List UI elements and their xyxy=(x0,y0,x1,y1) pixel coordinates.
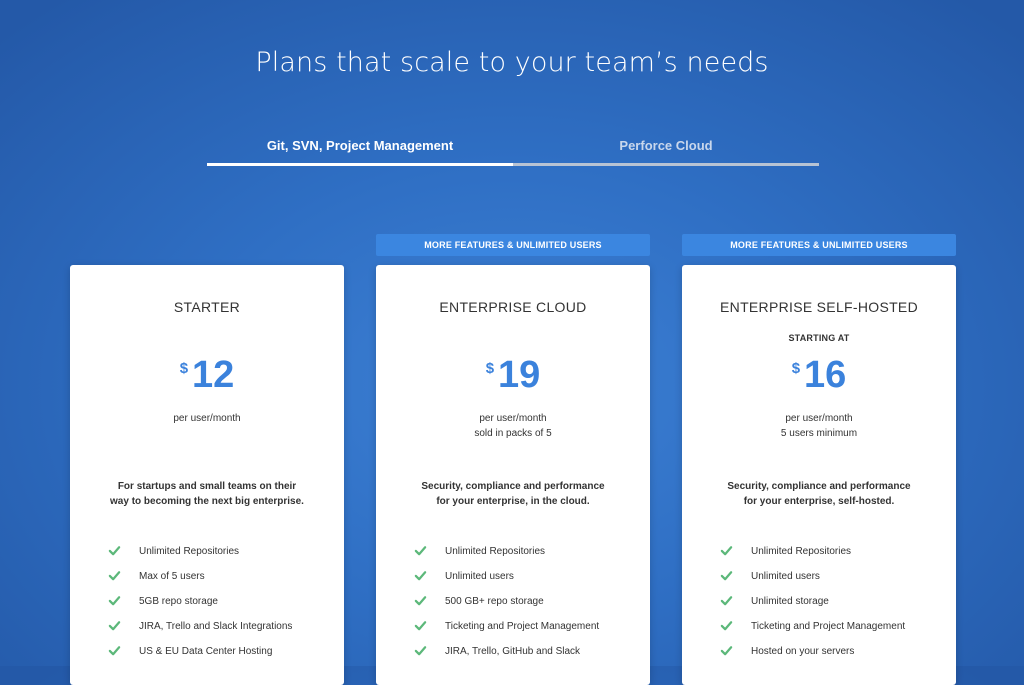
feature-label: 500 GB+ repo storage xyxy=(445,596,544,607)
plan-description: Security, compliance and performance for… xyxy=(702,479,936,509)
feature-item: Unlimited users xyxy=(720,568,940,593)
feature-item: US & EU Data Center Hosting xyxy=(108,643,328,668)
feature-item: Ticketing and Project Management xyxy=(720,618,940,643)
plan-type-tabs: Git, SVN, Project Management Perforce Cl… xyxy=(207,132,819,166)
description-line: Security, compliance and performance xyxy=(421,481,605,492)
feature-label: 5GB repo storage xyxy=(139,596,218,607)
feature-label: Hosted on your servers xyxy=(751,646,855,657)
check-icon xyxy=(414,621,427,631)
plan-name: STARTER xyxy=(173,299,241,315)
check-icon xyxy=(108,621,121,631)
feature-label: Unlimited Repositories xyxy=(445,546,546,557)
feature-item: 500 GB+ repo storage xyxy=(414,593,634,618)
check-icon xyxy=(720,646,733,656)
plan-description: For startups and small teams on their wa… xyxy=(90,479,324,509)
price-unit: per user/month xyxy=(70,411,344,426)
feature-item: Hosted on your servers xyxy=(720,643,940,668)
plan-name: ENTERPRISE CLOUD xyxy=(439,299,587,315)
check-icon xyxy=(108,646,121,656)
plan-card-starter: STARTER $12 per user/month For startups … xyxy=(70,265,344,685)
tab-perforce-cloud[interactable]: Perforce Cloud xyxy=(513,132,819,166)
feature-label: Ticketing and Project Management xyxy=(751,621,906,632)
plan-card-enterprise-self-hosted: ENTERPRISE SELF-HOSTED STARTING AT $16 p… xyxy=(682,265,956,685)
currency-symbol: $ xyxy=(179,360,189,377)
check-icon xyxy=(414,546,427,556)
feature-item: Unlimited users xyxy=(414,568,634,593)
page-title: Plans that scale to your team’s needs xyxy=(255,47,769,78)
feature-label: US & EU Data Center Hosting xyxy=(139,646,273,657)
plan-price: $19 xyxy=(376,353,650,397)
plan-description: Security, compliance and performance for… xyxy=(396,479,630,509)
description-line: For startups and small teams on their xyxy=(117,481,297,492)
currency-symbol: $ xyxy=(485,360,495,377)
tab-git-svn-project-management[interactable]: Git, SVN, Project Management xyxy=(207,132,513,166)
description-line: Security, compliance and performance xyxy=(727,481,911,492)
description-line: way to becoming the next big enterprise. xyxy=(110,496,304,507)
check-icon xyxy=(108,571,121,581)
currency-symbol: $ xyxy=(791,360,801,377)
feature-label: Unlimited users xyxy=(751,571,820,582)
plan-card-enterprise-cloud: ENTERPRISE CLOUD $19 per user/month sold… xyxy=(376,265,650,685)
check-icon xyxy=(414,571,427,581)
check-icon xyxy=(720,546,733,556)
feature-label: Unlimited Repositories xyxy=(751,546,852,557)
feature-label: JIRA, Trello and Slack Integrations xyxy=(139,621,293,632)
price-unit-line: sold in packs of 5 xyxy=(474,428,552,439)
feature-item: Unlimited Repositories xyxy=(108,543,328,568)
feature-item: Unlimited Repositories xyxy=(720,543,940,568)
feature-label: Max of 5 users xyxy=(139,571,205,582)
plan-name: ENTERPRISE SELF-HOSTED xyxy=(720,299,918,315)
price-amount: 19 xyxy=(498,354,541,396)
price-amount: 16 xyxy=(804,354,847,396)
feature-label: Unlimited Repositories xyxy=(139,546,240,557)
feature-item: Unlimited storage xyxy=(720,593,940,618)
price-amount: 12 xyxy=(192,354,235,396)
feature-item: Unlimited Repositories xyxy=(414,543,634,568)
enterprise-cloud-ribbon: MORE FEATURES & UNLIMITED USERS xyxy=(376,234,650,256)
feature-label: Ticketing and Project Management xyxy=(445,621,600,632)
feature-item: 5GB repo storage xyxy=(108,593,328,618)
check-icon xyxy=(108,596,121,606)
check-icon xyxy=(720,621,733,631)
price-unit-line: per user/month xyxy=(173,413,241,424)
plan-price: $12 xyxy=(70,353,344,397)
starting-at-label: STARTING AT xyxy=(788,333,850,343)
feature-item: Max of 5 users xyxy=(108,568,328,593)
price-unit-line: per user/month xyxy=(479,413,547,424)
check-icon xyxy=(108,546,121,556)
price-unit: per user/month 5 users minimum xyxy=(682,411,956,441)
feature-item: JIRA, Trello and Slack Integrations xyxy=(108,618,328,643)
feature-list: Unlimited Repositories Max of 5 users 5G… xyxy=(108,543,328,668)
feature-item: JIRA, Trello, GitHub and Slack xyxy=(414,643,634,668)
check-icon xyxy=(414,596,427,606)
check-icon xyxy=(414,646,427,656)
feature-label: Unlimited users xyxy=(445,571,514,582)
description-line: for your enterprise, in the cloud. xyxy=(436,496,590,507)
check-icon xyxy=(720,596,733,606)
feature-label: JIRA, Trello, GitHub and Slack xyxy=(445,646,581,657)
description-line: for your enterprise, self-hosted. xyxy=(743,496,895,507)
price-unit-line: per user/month xyxy=(785,413,853,424)
feature-item: Ticketing and Project Management xyxy=(414,618,634,643)
price-unit-line: 5 users minimum xyxy=(780,428,858,439)
price-unit: per user/month sold in packs of 5 xyxy=(376,411,650,441)
check-icon xyxy=(720,571,733,581)
enterprise-self-hosted-ribbon: MORE FEATURES & UNLIMITED USERS xyxy=(682,234,956,256)
plan-price: $16 xyxy=(682,353,956,397)
feature-list: Unlimited Repositories Unlimited users U… xyxy=(720,543,940,668)
feature-list: Unlimited Repositories Unlimited users 5… xyxy=(414,543,634,668)
feature-label: Unlimited storage xyxy=(751,596,829,607)
